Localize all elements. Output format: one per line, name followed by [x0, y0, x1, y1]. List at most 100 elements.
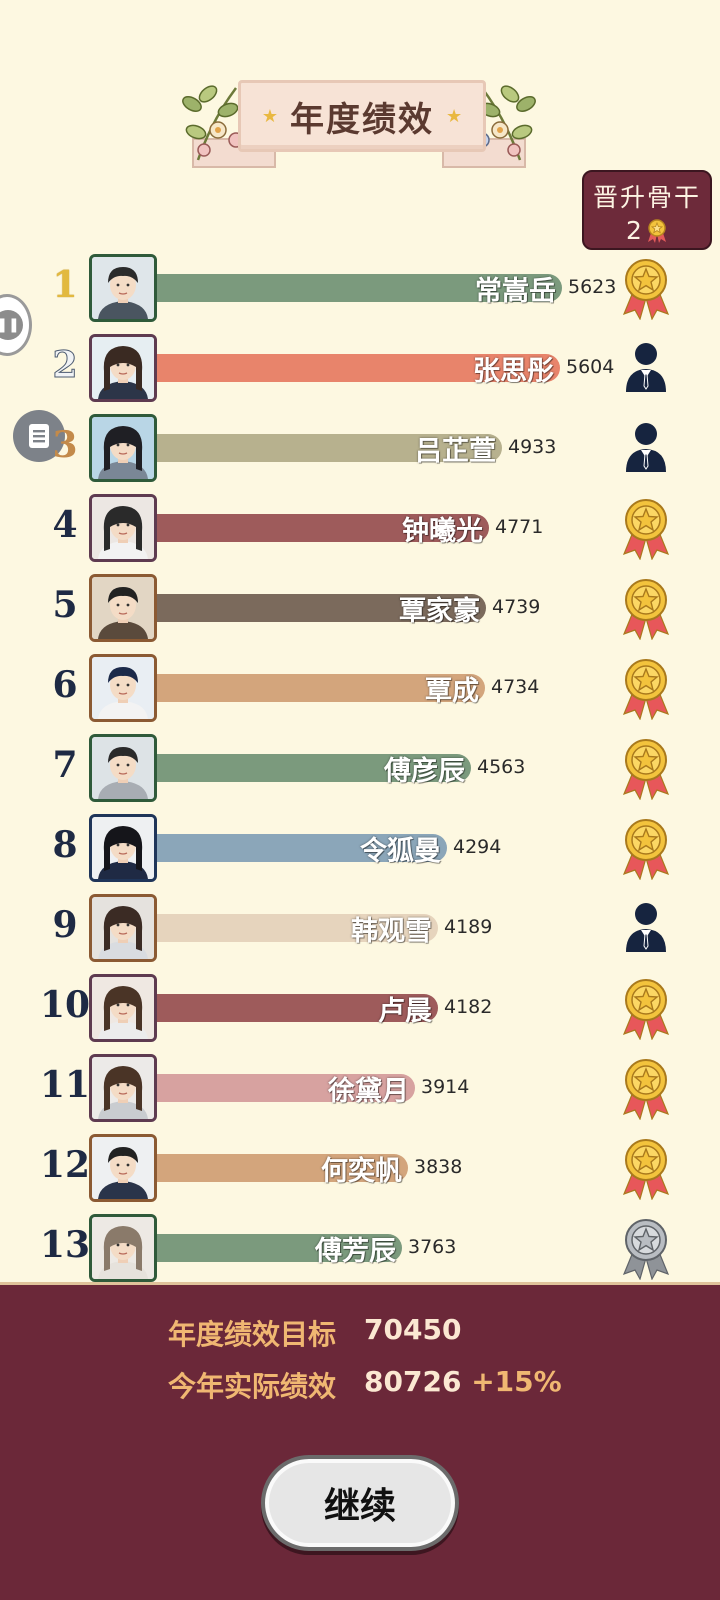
performance-score: 4182 [444, 996, 493, 1018]
employee-avatar[interactable] [89, 1134, 157, 1202]
rank-number: 7 [52, 744, 78, 786]
performance-bar: 钟曦光 [157, 514, 489, 547]
performance-bar: 令狐曼 [157, 834, 447, 867]
promote-count: 2 [626, 216, 642, 245]
employee-avatar[interactable] [89, 574, 157, 642]
employee-name: 吕芷萱 [415, 436, 496, 467]
performance-bar: 张思彤 [157, 354, 560, 387]
ranking-row: 8 令狐曼 4294 [0, 814, 720, 886]
promote-title: 晋升骨干 [592, 183, 701, 212]
medal-icon [616, 1056, 676, 1121]
employee-avatar[interactable] [89, 814, 157, 882]
page-title: 年度绩效 [290, 99, 434, 140]
performance-score: 4771 [495, 516, 544, 538]
employee-avatar[interactable] [89, 894, 157, 962]
employee-avatar[interactable] [89, 974, 157, 1042]
medal-icon [647, 218, 666, 243]
ranking-row: 12 何奕帆 3838 [0, 1134, 720, 1206]
target-label: 年度绩效目标 [168, 1318, 337, 1351]
rank-number: 12 [39, 1144, 91, 1186]
employee-avatar[interactable] [89, 334, 157, 402]
ranking-row: 7 傅彦辰 4563 [0, 734, 720, 806]
star-icon: ★ [446, 105, 463, 127]
medal-icon [616, 976, 676, 1041]
performance-score: 3838 [414, 1156, 463, 1178]
performance-score: 4734 [491, 676, 540, 698]
rank-number: 5 [52, 584, 78, 626]
performance-bar: 韩观雪 [157, 914, 438, 947]
performance-score: 5623 [568, 276, 617, 298]
performance-bar: 覃家豪 [157, 594, 486, 627]
performance-score: 4563 [477, 756, 526, 778]
employee-avatar[interactable] [89, 414, 157, 482]
employee-avatar[interactable] [89, 254, 157, 322]
employee-avatar[interactable] [89, 734, 157, 802]
performance-score: 4739 [492, 596, 541, 618]
summary-footer: 年度绩效目标 70450 今年实际绩效 80726 +15% 继续 [0, 1282, 720, 1600]
performance-bar: 傅彦辰 [157, 754, 471, 787]
performance-bar: 徐黛月 [157, 1074, 415, 1107]
ranking-row: 9 韩观雪 4189 [0, 894, 720, 966]
performance-score: 3914 [421, 1076, 470, 1098]
employee-name: 令狐曼 [360, 836, 441, 867]
medal-icon [616, 816, 676, 881]
performance-bar: 卢晨 [157, 994, 438, 1027]
rank-number: 9 [52, 904, 78, 946]
continue-button[interactable]: 继续 [261, 1455, 459, 1551]
medal-icon [616, 256, 676, 321]
employee-avatar[interactable] [89, 1214, 157, 1282]
ranking-row: 13 傅芳辰 3763 [0, 1214, 720, 1286]
star-icon: ★ [261, 105, 278, 127]
employee-name: 何奕帆 [321, 1156, 402, 1187]
rank-number: 3 [52, 424, 78, 466]
employee-name: 钟曦光 [402, 516, 483, 547]
performance-bar: 吕芷萱 [157, 434, 502, 467]
employee-name: 覃成 [425, 676, 479, 707]
performance-score: 3763 [408, 1236, 457, 1258]
businessman-icon [616, 336, 676, 400]
performance-bar: 常嵩岳 [157, 274, 562, 307]
performance-score: 5604 [566, 356, 615, 378]
rank-number: 4 [52, 504, 78, 546]
performance-score: 4933 [508, 436, 557, 458]
title-banner: ★ 年度绩效 ★ [178, 80, 540, 176]
rank-number: 13 [39, 1224, 91, 1266]
rank-number: 11 [39, 1064, 91, 1106]
medal-icon [616, 496, 676, 561]
title-panel: ★ 年度绩效 ★ [238, 80, 486, 152]
rank-number: 2 [52, 344, 78, 387]
ranking-row: 2 张思彤 5604 [0, 334, 720, 406]
ranking-row: 11 徐黛月 3914 [0, 1054, 720, 1126]
performance-bar: 何奕帆 [157, 1154, 408, 1187]
ranking-row: 4 钟曦光 4771 [0, 494, 720, 566]
actual-number: 80726 [364, 1365, 462, 1398]
actual-stat-row: 今年实际绩效 80726 +15% [168, 1365, 562, 1405]
employee-name: 傅芳辰 [315, 1236, 396, 1267]
promote-count-row: 2 [584, 216, 710, 245]
performance-bar: 傅芳辰 [157, 1234, 402, 1267]
promote-backbone-box: 晋升骨干 2 [582, 170, 712, 250]
medal-icon [616, 656, 676, 721]
rank-number: 6 [52, 664, 78, 706]
performance-score: 4189 [444, 916, 493, 938]
actual-value: 80726 +15% [364, 1365, 562, 1405]
medal-icon [616, 736, 676, 801]
employee-avatar[interactable] [89, 654, 157, 722]
employee-name: 韩观雪 [351, 916, 432, 947]
annual-performance-screen: ★ 年度绩效 ★ 晋升骨干 2 ❚❚ 1 常嵩岳 5623 2 张思彤 5604 3 [0, 0, 720, 1600]
silver-medal-icon [616, 1216, 676, 1281]
target-stat-row: 年度绩效目标 70450 [168, 1313, 461, 1353]
ranking-row: 6 覃成 4734 [0, 654, 720, 726]
businessman-icon [616, 416, 676, 480]
medal-icon [616, 1136, 676, 1201]
employee-name: 张思彤 [473, 356, 554, 387]
employee-name: 徐黛月 [328, 1076, 409, 1107]
actual-delta: +15% [471, 1365, 562, 1398]
businessman-icon [616, 896, 676, 960]
ranking-row: 10 卢晨 4182 [0, 974, 720, 1046]
employee-avatar[interactable] [89, 494, 157, 562]
ranking-row: 3 吕芷萱 4933 [0, 414, 720, 486]
employee-avatar[interactable] [89, 1054, 157, 1122]
ranking-row: 5 覃家豪 4739 [0, 574, 720, 646]
ranking-row: 1 常嵩岳 5623 [0, 254, 720, 326]
